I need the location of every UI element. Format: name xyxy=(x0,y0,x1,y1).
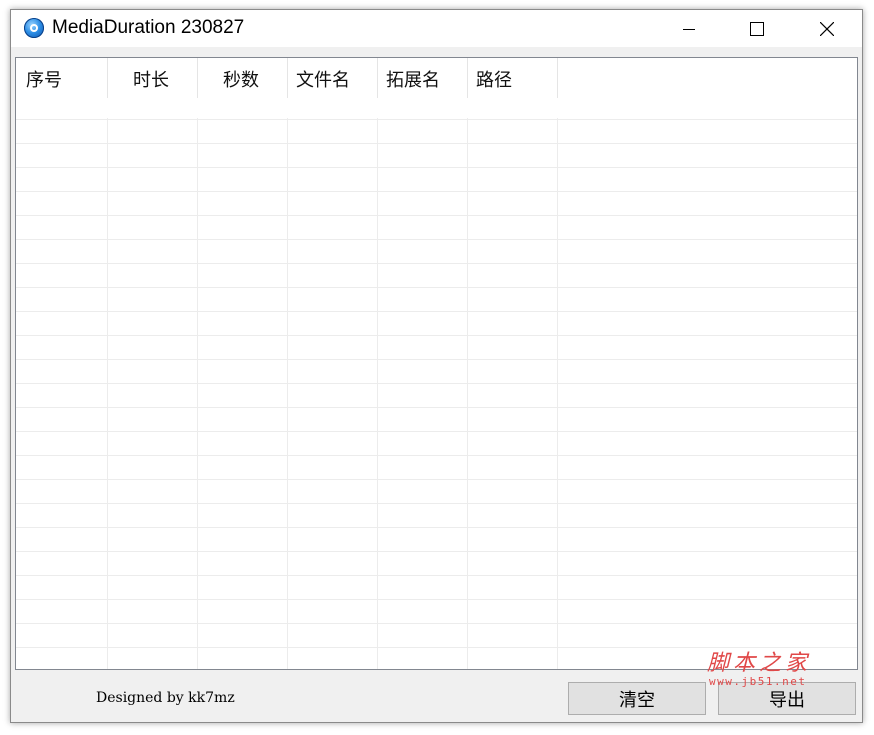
grid-row-line xyxy=(16,527,857,528)
grid-row-line xyxy=(16,335,857,336)
designer-credit: Designed by kk7mz xyxy=(96,690,235,706)
maximize-icon xyxy=(750,21,764,36)
column-header-seconds[interactable]: 秒数 xyxy=(223,58,259,118)
grid-column-line xyxy=(197,118,198,669)
grid-row-line xyxy=(16,287,857,288)
column-header-filename[interactable]: 文件名 xyxy=(296,58,350,118)
grid-row-line xyxy=(16,191,857,192)
column-separator[interactable] xyxy=(197,58,198,98)
app-window: MediaDuration 230827 序号 时长 秒数 文件名 拓展名 路径 xyxy=(10,9,863,723)
grid-row-line xyxy=(16,143,857,144)
grid-column-line xyxy=(467,118,468,669)
clear-button[interactable]: 清空 xyxy=(568,682,706,715)
close-button[interactable] xyxy=(804,10,850,47)
grid-row-line xyxy=(16,119,857,120)
grid-row-line xyxy=(16,311,857,312)
grid-row-line xyxy=(16,239,857,240)
grid-column-line xyxy=(287,118,288,669)
grid-row-line xyxy=(16,599,857,600)
file-list-view[interactable]: 序号 时长 秒数 文件名 拓展名 路径 xyxy=(15,57,858,670)
minimize-icon xyxy=(683,28,695,30)
column-header-path[interactable]: 路径 xyxy=(476,58,512,118)
grid-row-line xyxy=(16,431,857,432)
grid-row-line xyxy=(16,263,857,264)
title-bar[interactable]: MediaDuration 230827 xyxy=(11,10,862,47)
column-separator[interactable] xyxy=(107,58,108,98)
maximize-button[interactable] xyxy=(734,10,780,47)
export-button[interactable]: 导出 xyxy=(718,682,856,715)
grid-row-line xyxy=(16,503,857,504)
grid-row-line xyxy=(16,383,857,384)
grid-row-line xyxy=(16,359,857,360)
grid-row-line xyxy=(16,407,857,408)
close-icon xyxy=(820,21,834,36)
list-header: 序号 时长 秒数 文件名 拓展名 路径 xyxy=(16,58,857,118)
column-header-duration[interactable]: 时长 xyxy=(133,58,169,118)
grid-column-line xyxy=(107,118,108,669)
app-disc-icon xyxy=(24,18,44,38)
grid-column-line xyxy=(377,118,378,669)
grid-column-line xyxy=(557,118,558,669)
grid-row-line xyxy=(16,551,857,552)
grid-row-line xyxy=(16,575,857,576)
column-separator[interactable] xyxy=(557,58,558,98)
column-header-extension[interactable]: 拓展名 xyxy=(386,58,440,118)
column-header-index[interactable]: 序号 xyxy=(26,58,62,118)
column-separator[interactable] xyxy=(467,58,468,98)
grid-row-line xyxy=(16,647,857,648)
column-separator[interactable] xyxy=(377,58,378,98)
grid-row-line xyxy=(16,167,857,168)
grid-row-line xyxy=(16,479,857,480)
grid-row-line xyxy=(16,623,857,624)
minimize-button[interactable] xyxy=(666,10,712,47)
grid-row-line xyxy=(16,455,857,456)
column-separator[interactable] xyxy=(287,58,288,98)
window-title: MediaDuration 230827 xyxy=(52,17,245,38)
grid-row-line xyxy=(16,215,857,216)
